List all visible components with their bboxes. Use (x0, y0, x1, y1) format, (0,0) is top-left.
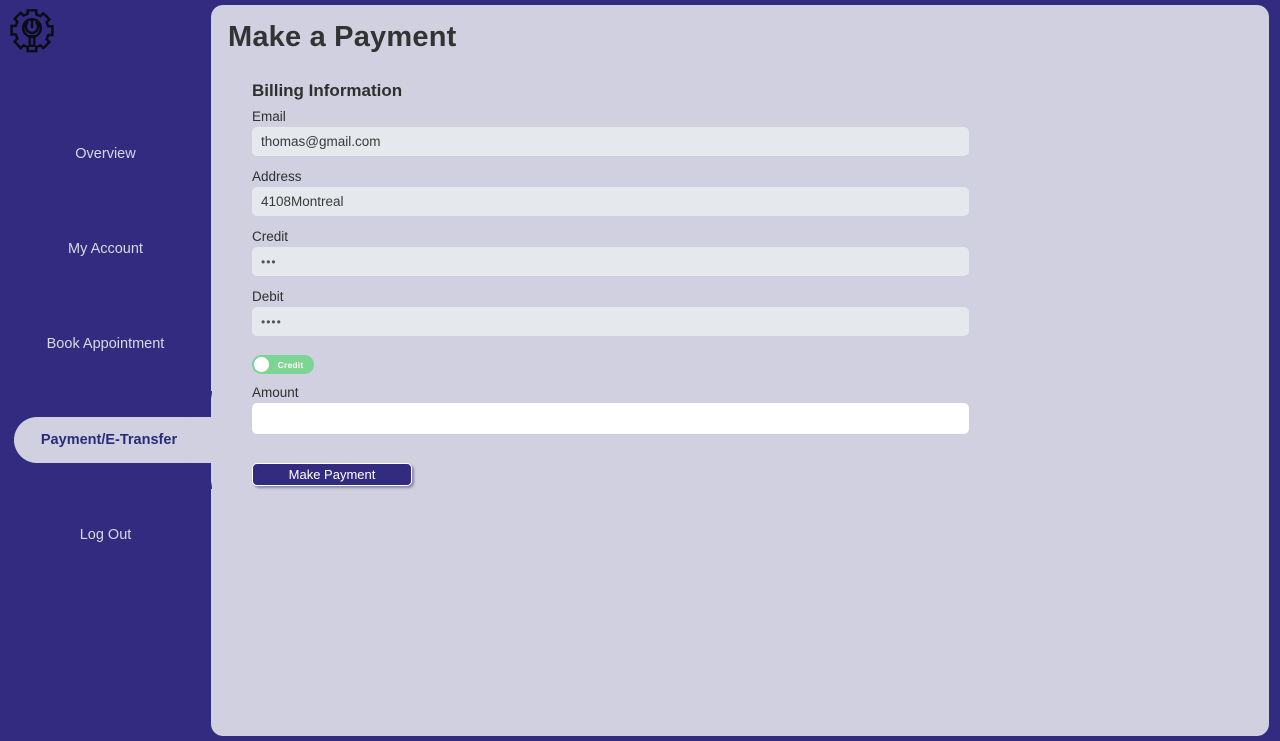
field-group-credit: Credit (252, 229, 1012, 276)
field-group-address: Address (252, 169, 1012, 216)
field-group-email: Email (252, 109, 1012, 156)
toggle-row: Credit (252, 355, 1012, 377)
debit-field[interactable] (252, 307, 969, 336)
field-group-debit: Debit (252, 289, 1012, 336)
email-field[interactable] (252, 127, 969, 156)
sidebar-item-label: Overview (75, 146, 136, 162)
debit-label: Debit (252, 289, 284, 304)
credit-field[interactable] (252, 247, 969, 276)
sidebar-item-payment-e-transfer[interactable]: Payment/E-Transfer (14, 417, 214, 463)
sidebar-item-my-account[interactable]: My Account (0, 234, 211, 264)
section-title-billing-information: Billing Information (252, 81, 403, 100)
toggle-label: Credit (277, 359, 304, 370)
sidebar-item-book-appointment[interactable]: Book Appointment (0, 329, 211, 359)
amount-field[interactable] (252, 403, 969, 434)
sidebar-item-label: Book Appointment (46, 336, 165, 352)
make-payment-button[interactable]: Make Payment (252, 463, 412, 486)
sidebar-item-label: Payment/E-Transfer (40, 432, 178, 448)
address-field[interactable] (252, 187, 969, 216)
amount-label: Amount (252, 385, 299, 400)
credit-debit-toggle[interactable]: Credit (252, 355, 314, 374)
sidebar: Overview My Account Book Appointment Log… (0, 0, 211, 741)
sidebar-item-label: My Account (68, 241, 143, 257)
page-title: Make a Payment (228, 21, 457, 53)
content-panel: Make a Payment Billing Information Email… (211, 5, 1269, 736)
sidebar-item-log-out[interactable]: Log Out (0, 520, 211, 550)
address-label: Address (252, 169, 302, 184)
sidebar-item-overview[interactable]: Overview (0, 139, 211, 169)
email-label: Email (252, 109, 286, 124)
field-group-amount: Amount (252, 385, 1012, 434)
payment-form: Email Address Credit Debit Credit Amount… (252, 109, 1012, 486)
gear-wrench-icon (9, 5, 55, 53)
toggle-knob (254, 357, 269, 372)
credit-label: Credit (252, 229, 289, 244)
sidebar-item-label: Log Out (79, 527, 132, 543)
